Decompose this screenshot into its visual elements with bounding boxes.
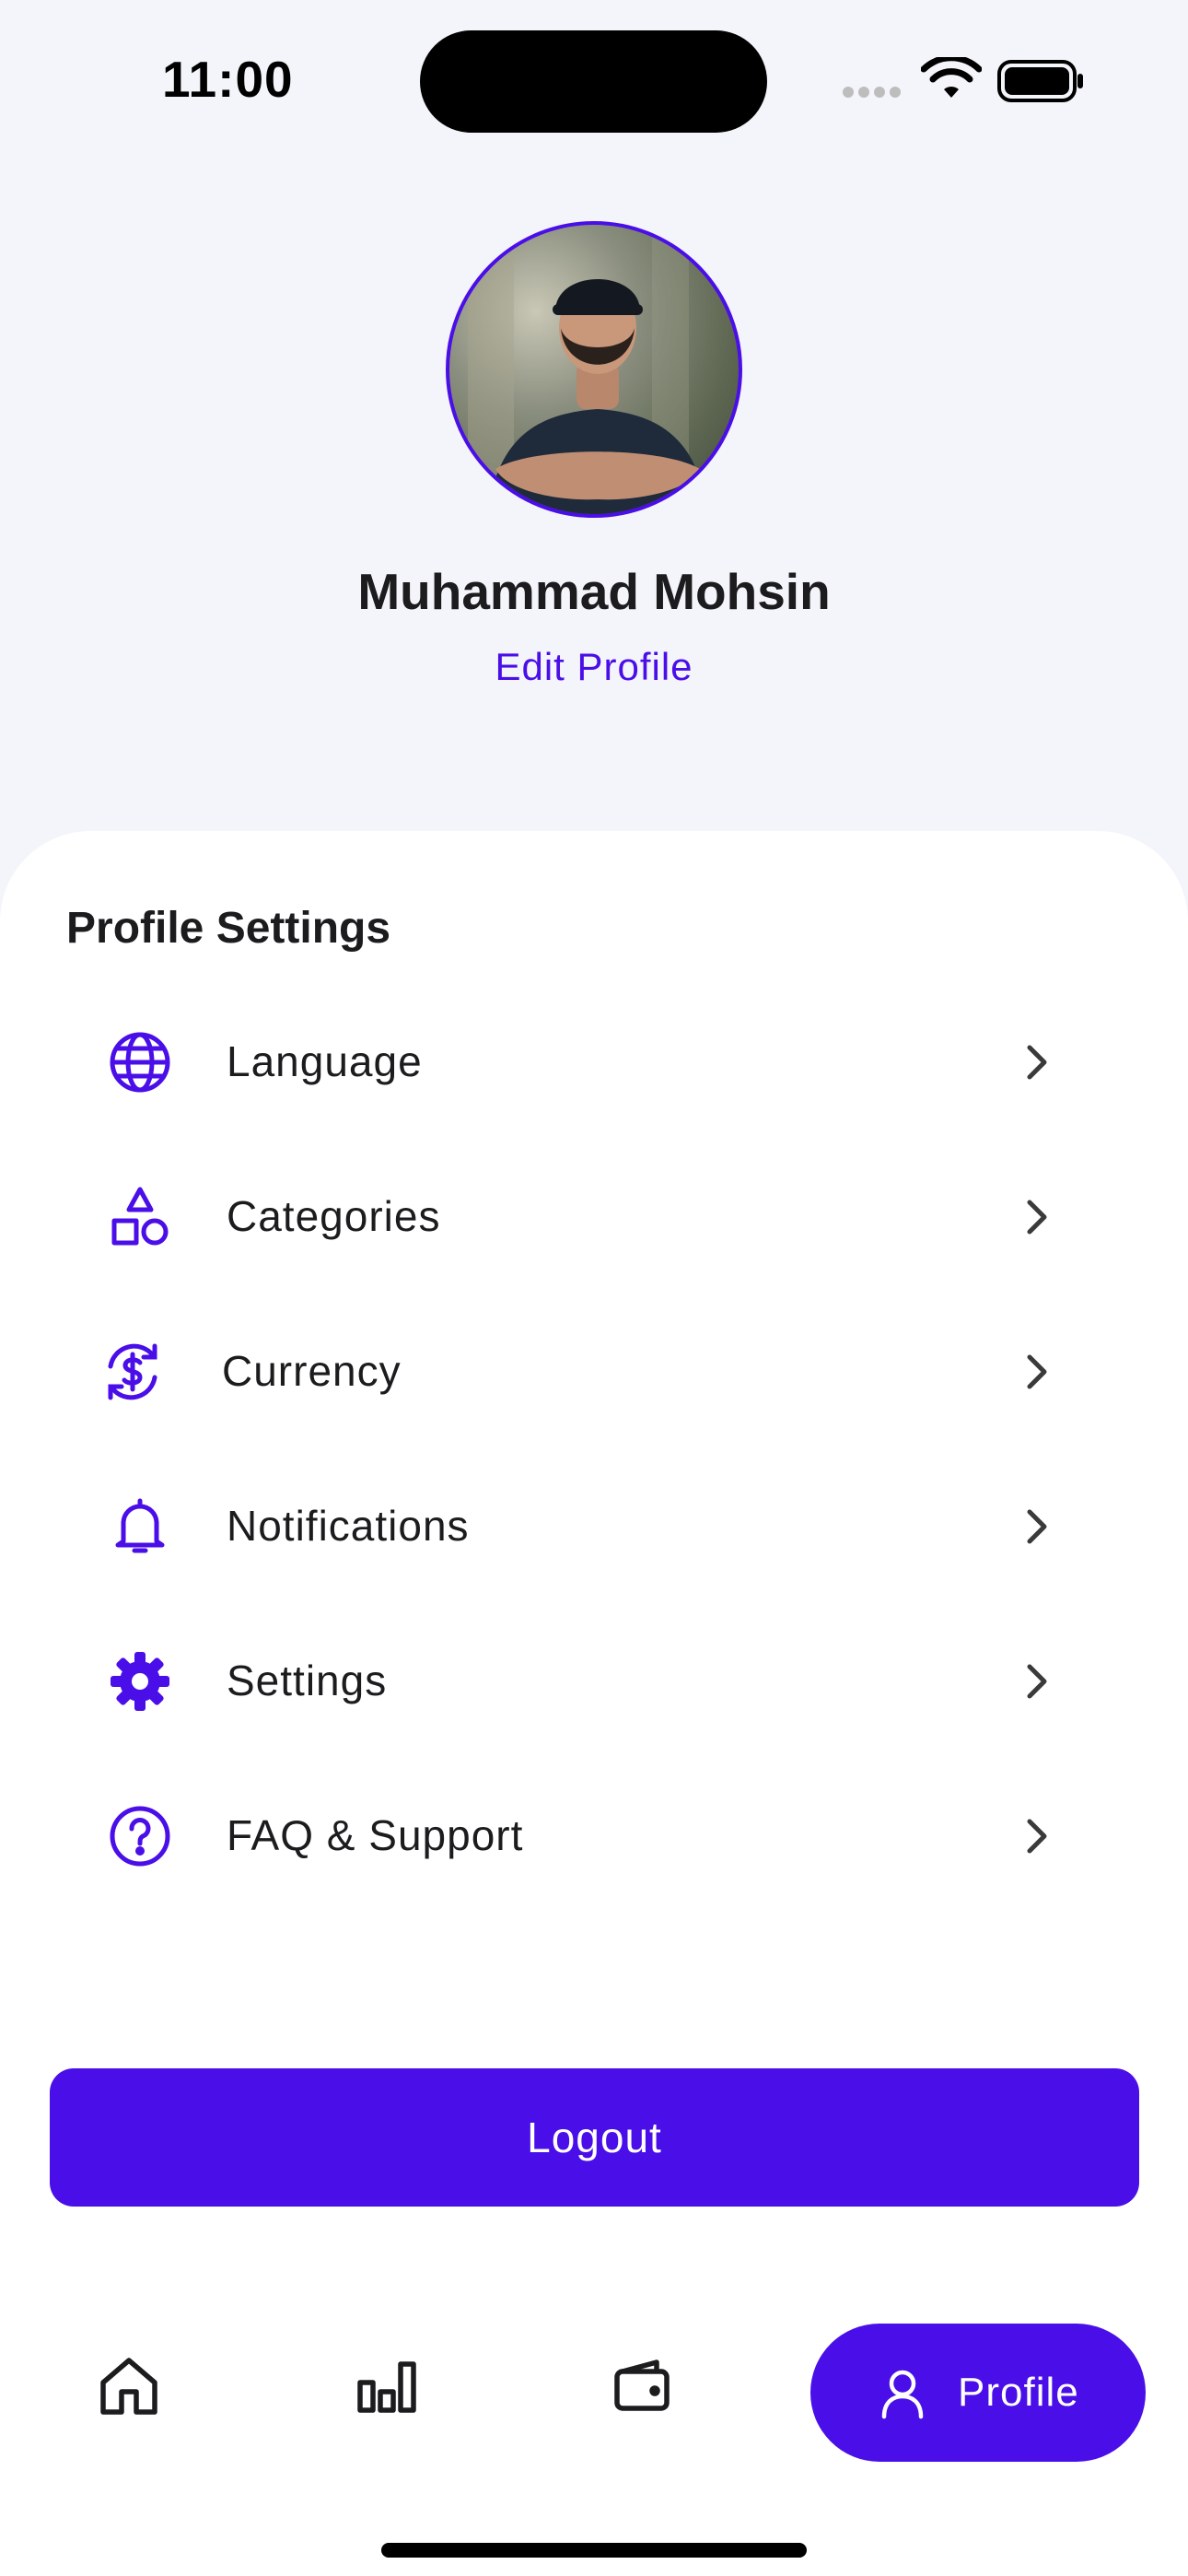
cellular-signal-icon — [843, 86, 905, 102]
chevron-right-icon — [1017, 1197, 1057, 1237]
menu-item-label: Language — [227, 1037, 423, 1085]
menu-item-label: Currency — [222, 1347, 402, 1395]
nav-home[interactable] — [83, 2340, 175, 2432]
logout-button[interactable]: Logout — [50, 2068, 1139, 2207]
shapes-icon — [109, 1186, 171, 1248]
currency-exchange-icon — [101, 1341, 164, 1403]
chevron-right-icon — [1017, 1816, 1057, 1856]
chevron-right-icon — [1017, 1661, 1057, 1702]
menu-item-label: Categories — [227, 1192, 441, 1240]
nav-stats[interactable] — [341, 2340, 433, 2432]
chevron-right-icon — [1017, 1506, 1057, 1547]
avatar[interactable] — [446, 221, 742, 518]
bar-chart-icon — [341, 2361, 433, 2436]
user-icon — [875, 2365, 930, 2425]
profile-name: Muhammad Mohsin — [357, 563, 831, 620]
status-time: 11:00 — [162, 51, 294, 108]
battery-icon — [997, 60, 1086, 107]
chevron-right-icon — [1017, 1042, 1057, 1083]
menu-item-currency[interactable]: Currency — [101, 1317, 1068, 1427]
section-title: Profile Settings — [66, 904, 391, 953]
menu-item-language[interactable]: Language — [101, 1007, 1068, 1118]
menu-item-settings[interactable]: Settings — [101, 1626, 1068, 1737]
bell-icon — [109, 1495, 171, 1558]
wifi-icon — [920, 54, 983, 108]
wallet-icon — [596, 2359, 688, 2436]
globe-icon — [109, 1031, 171, 1094]
profile-screen: 11:00 Muhammad Mohsin Edit Profile Profi… — [0, 0, 1188, 2576]
gear-icon — [109, 1650, 171, 1713]
menu-item-faq-support[interactable]: FAQ & Support — [101, 1781, 1068, 1891]
home-icon — [83, 2358, 175, 2436]
edit-profile-link[interactable]: Edit Profile — [0, 645, 1188, 689]
nav-profile-label: Profile — [958, 2370, 1079, 2415]
chevron-right-icon — [1017, 1352, 1057, 1392]
nav-wallet[interactable] — [596, 2340, 688, 2432]
menu-item-label: Notifications — [227, 1502, 470, 1550]
menu-item-categories[interactable]: Categories — [101, 1162, 1068, 1272]
menu-item-label: FAQ & Support — [227, 1811, 524, 1859]
nav-profile[interactable]: Profile — [810, 2324, 1146, 2462]
menu-item-label: Settings — [227, 1657, 388, 1704]
home-indicator[interactable] — [381, 2543, 807, 2558]
dynamic-island — [420, 30, 767, 133]
question-circle-icon — [109, 1805, 171, 1868]
menu-item-notifications[interactable]: Notifications — [101, 1471, 1068, 1582]
